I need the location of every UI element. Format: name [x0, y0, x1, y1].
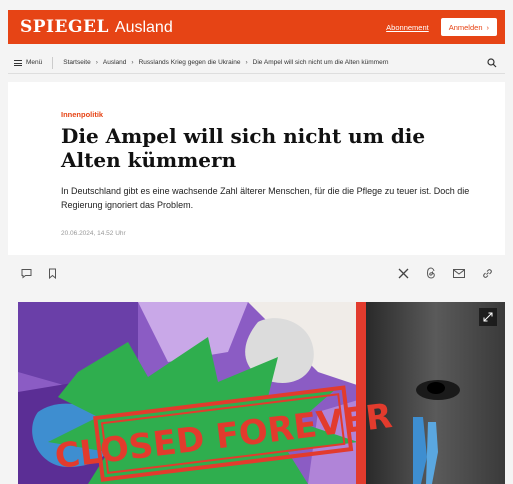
- subscription-link[interactable]: Abonnement: [386, 23, 429, 32]
- article-date: 20.06.2024, 14.52 Uhr: [61, 230, 126, 237]
- breadcrumb-separator: ›: [245, 59, 248, 66]
- hero-illustration: CLOSED FOREVER: [18, 302, 505, 484]
- hero-image[interactable]: CLOSED FOREVER: [18, 302, 505, 484]
- breadcrumb-separator: ›: [131, 59, 134, 66]
- email-share-icon[interactable]: [453, 267, 465, 279]
- expand-icon[interactable]: [479, 308, 497, 326]
- breadcrumb-item-home[interactable]: Startseite: [63, 59, 90, 66]
- x-share-icon[interactable]: [397, 267, 409, 279]
- menu-label: Menü: [26, 59, 43, 66]
- chevron-right-icon: ›: [486, 22, 490, 32]
- section-name[interactable]: Ausland: [115, 19, 173, 37]
- article-headline: Die Ampel will sich nicht um die Alten k…: [61, 124, 426, 172]
- navigation-bar: Menü Startseite › Ausland › Russlands Kr…: [8, 52, 505, 74]
- breadcrumb-item-current: Die Ampel will sich nicht um die Alten k…: [252, 59, 389, 66]
- comment-icon[interactable]: [20, 267, 32, 279]
- article-header: Innenpolitik Die Ampel will sich nicht u…: [8, 82, 505, 255]
- article-teaser: In Deutschland gibt es eine wachsende Za…: [61, 186, 470, 210]
- hamburger-icon: [14, 59, 22, 66]
- brand-logo[interactable]: SPIEGEL: [20, 17, 109, 37]
- bookmark-icon[interactable]: [46, 267, 58, 279]
- header-actions: Abonnement Anmelden ›: [386, 18, 497, 36]
- login-button[interactable]: Anmelden ›: [440, 18, 497, 36]
- threads-share-icon[interactable]: [425, 267, 437, 279]
- article-kicker[interactable]: Innenpolitik: [61, 110, 103, 119]
- article-actions: [8, 262, 505, 284]
- menu-button[interactable]: Menü: [14, 56, 54, 69]
- breadcrumb-item-topic[interactable]: Russlands Krieg gegen die Ukraine: [139, 59, 241, 66]
- site-header: SPIEGEL Ausland Abonnement Anmelden ›: [8, 10, 505, 44]
- breadcrumb-separator: ›: [95, 59, 98, 66]
- link-share-icon[interactable]: [481, 267, 493, 279]
- breadcrumb-item-ausland[interactable]: Ausland: [103, 59, 127, 66]
- brand[interactable]: SPIEGEL Ausland: [20, 17, 173, 37]
- search-icon[interactable]: [485, 56, 499, 70]
- login-label: Anmelden: [448, 22, 483, 32]
- breadcrumb: Startseite › Ausland › Russlands Krieg g…: [63, 59, 388, 66]
